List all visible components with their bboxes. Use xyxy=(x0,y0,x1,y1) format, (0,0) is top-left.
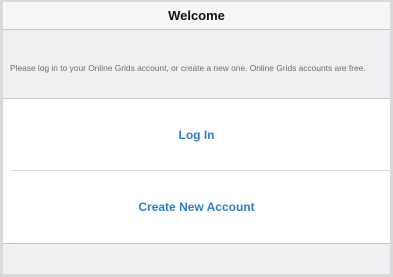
create-account-button-label: Create New Account xyxy=(138,200,255,214)
account-options: Log In Create New Account xyxy=(3,98,390,244)
login-button[interactable]: Log In xyxy=(3,99,390,171)
navigation-bar: Welcome xyxy=(3,2,390,30)
welcome-panel: Welcome Please log in to your Online Gri… xyxy=(3,2,390,274)
welcome-message: Please log in to your Online Grids accou… xyxy=(10,63,366,73)
page-title: Welcome xyxy=(168,8,225,23)
login-button-label: Log In xyxy=(178,128,215,142)
create-account-button[interactable]: Create New Account xyxy=(3,171,390,243)
